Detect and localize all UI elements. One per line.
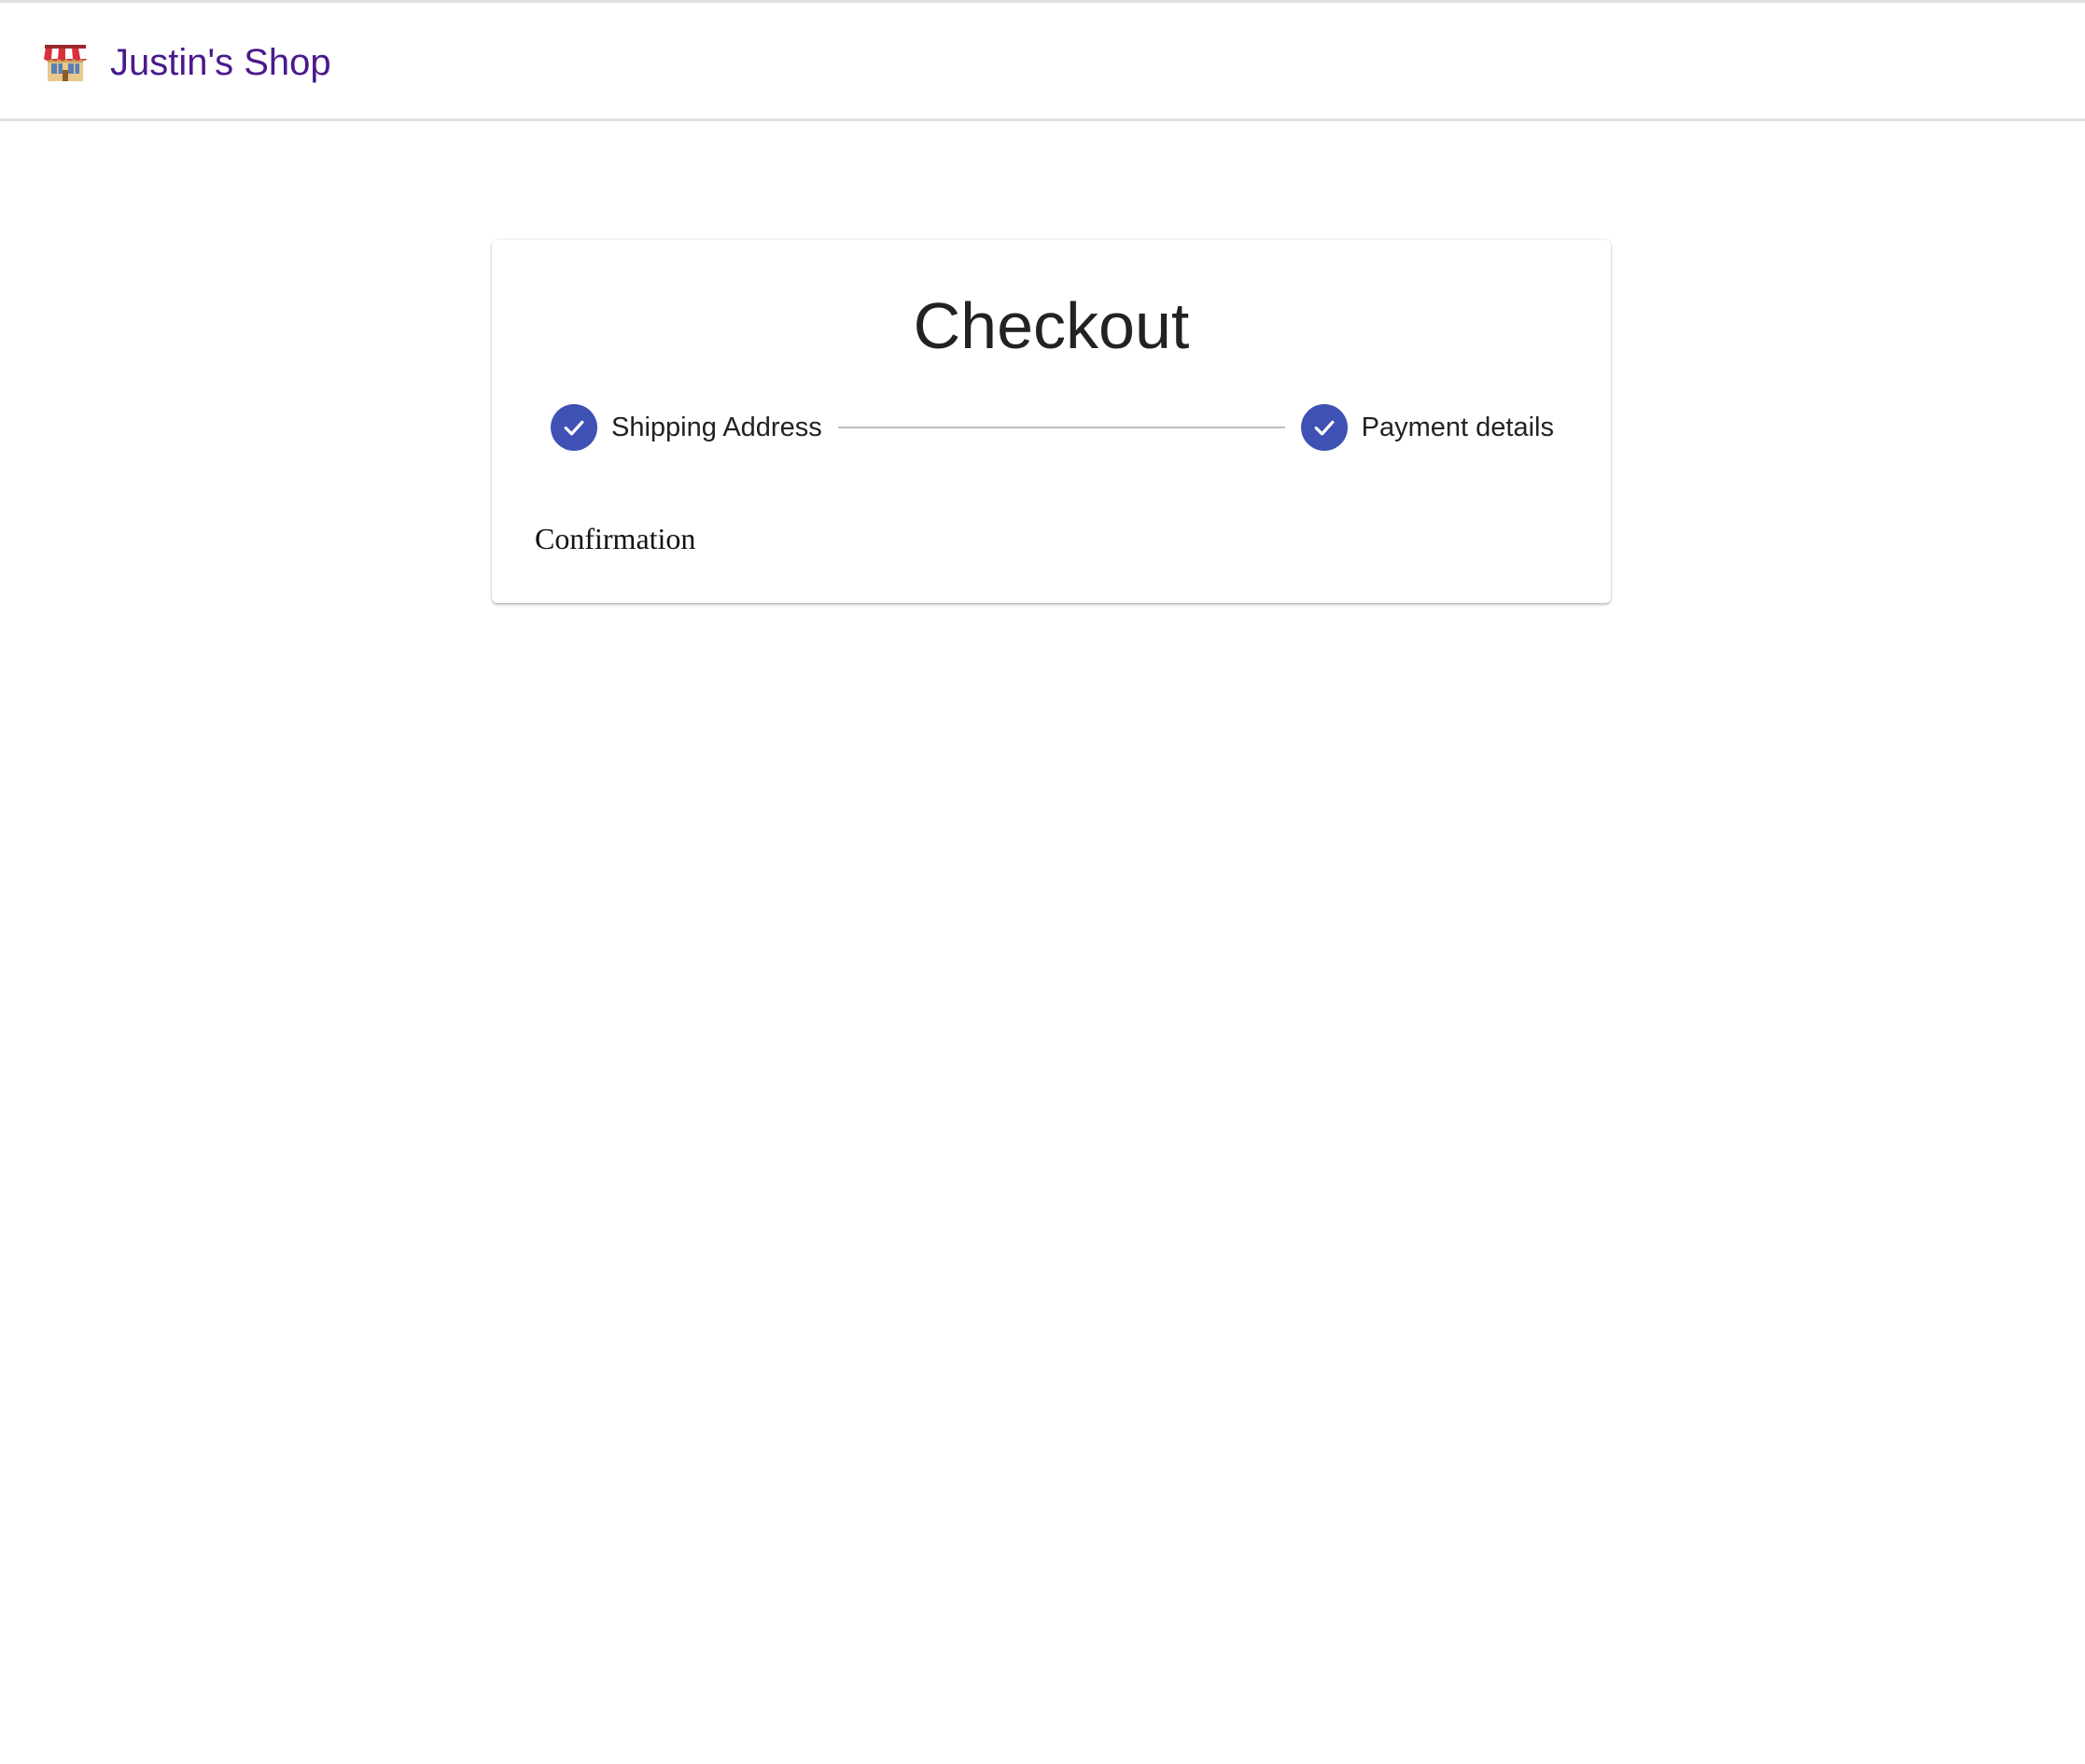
step-payment-details[interactable]: Payment details xyxy=(1300,404,1554,451)
step-connector xyxy=(837,427,1285,428)
store-icon xyxy=(44,45,87,81)
step-label: Shipping Address xyxy=(611,412,822,442)
step-label: Payment details xyxy=(1361,412,1554,442)
step-shipping-address[interactable]: Shipping Address xyxy=(551,404,822,451)
app-bar: Justin's Shop xyxy=(0,0,2085,121)
check-icon xyxy=(1300,404,1348,451)
checkout-stepper: Shipping Address Payment details xyxy=(551,404,1554,451)
brand-name[interactable]: Justin's Shop xyxy=(110,40,331,85)
check-icon xyxy=(551,404,597,451)
confirmation-text: Confirmation xyxy=(535,522,696,555)
brand-link[interactable]: Justin's Shop xyxy=(43,40,331,85)
checkout-card: Checkout Shipping Address Payment detail… xyxy=(492,240,1611,603)
checkout-title: Checkout xyxy=(913,289,1190,362)
